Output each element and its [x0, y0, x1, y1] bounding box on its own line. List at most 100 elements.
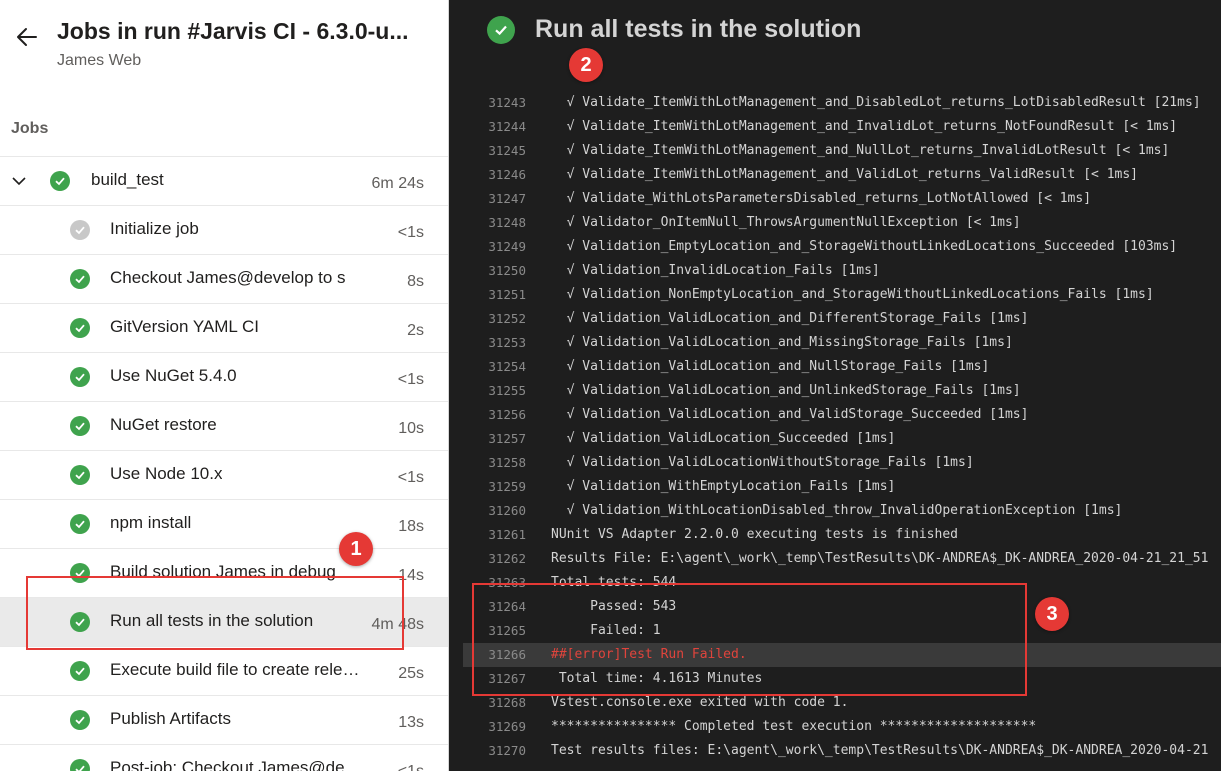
log-line: 31258 √ Validation_ValidLocationWithoutS… — [463, 451, 1221, 475]
log-line-number: 31260 — [488, 503, 526, 518]
log-line: 31247 √ Validate_WithLotsParametersDisab… — [463, 187, 1221, 211]
step-row[interactable]: Post-job: Checkout James@deve... <1s — [0, 744, 448, 771]
log-line-number: 31256 — [488, 407, 526, 422]
success-check-icon — [70, 416, 90, 436]
step-row[interactable]: Publish Artifacts 13s — [0, 695, 448, 744]
log-line-number: 31253 — [488, 335, 526, 350]
log-line-number: 31244 — [488, 119, 526, 134]
log-title: Run all tests in the solution — [535, 15, 862, 43]
step-duration: 8s — [407, 273, 424, 290]
page-title: Jobs in run #Jarvis CI - 6.3.0-u... — [57, 18, 409, 44]
log-line: 31255 √ Validation_ValidLocation_and_Unl… — [463, 379, 1221, 403]
step-label: Use NuGet 5.4.0 — [110, 366, 237, 385]
step-duration: 10s — [398, 420, 424, 437]
log-line-number: 31261 — [488, 527, 526, 542]
log-line-number: 31252 — [488, 311, 526, 326]
step-duration: <1s — [397, 469, 424, 486]
log-line-number: 31250 — [488, 263, 526, 278]
log-line-text: Test results files: E:\agent\_work\_temp… — [551, 743, 1209, 758]
log-line-text: √ Validate_ItemWithLotManagement_and_Nul… — [551, 143, 1170, 158]
success-check-icon — [70, 514, 90, 534]
log-line: 31259 √ Validation_WithEmptyLocation_Fai… — [463, 475, 1221, 499]
job-duration: 6m 24s — [371, 175, 424, 192]
log-line-text: √ Validation_ValidLocation_and_MissingSt… — [551, 335, 1013, 350]
success-check-icon — [50, 171, 70, 191]
log-line-text: √ Validation_ValidLocation_and_NullStora… — [551, 359, 990, 374]
log-line-text: √ Validate_ItemWithLotManagement_and_Val… — [551, 167, 1138, 182]
log-line: 31246 √ Validate_ItemWithLotManagement_a… — [463, 163, 1221, 187]
log-line: 31260 √ Validation_WithLocationDisabled_… — [463, 499, 1221, 523]
success-check-icon — [70, 318, 90, 338]
highlight-box-selected-step — [26, 576, 404, 650]
step-label: Checkout James@develop to s — [110, 268, 346, 287]
log-line-number: 31257 — [488, 431, 526, 446]
log-line-number: 31246 — [488, 167, 526, 182]
job-row-build-test[interactable]: build_test 6m 24s — [0, 156, 448, 205]
log-line-text: **************** Completed test executio… — [551, 719, 1037, 734]
log-line-text: √ Validation_ValidLocationWithoutStorage… — [551, 455, 974, 470]
step-label: NuGet restore — [110, 415, 217, 434]
log-line-text: √ Validation_ValidLocation_and_ValidStor… — [551, 407, 1029, 422]
log-line-text: √ Validation_NonEmptyLocation_and_Storag… — [551, 287, 1154, 302]
step-row[interactable]: npm install 18s — [0, 499, 448, 548]
log-line-text: √ Validate_WithLotsParametersDisabled_re… — [551, 191, 1092, 206]
step-duration: 13s — [398, 714, 424, 731]
step-label: Post-job: Checkout James@deve... — [110, 758, 365, 771]
log-line-text: √ Validate_ItemWithLotManagement_and_Inv… — [551, 119, 1178, 134]
step-duration: 25s — [398, 665, 424, 682]
success-check-icon — [70, 465, 90, 485]
step-duration: <1s — [398, 763, 424, 771]
log-line: 31248 √ Validator_OnItemNull_ThrowsArgum… — [463, 211, 1221, 235]
log-line-text: √ Validation_EmptyLocation_and_StorageWi… — [551, 239, 1178, 254]
skipped-check-icon — [70, 220, 90, 240]
highlight-box-test-summary — [472, 583, 1027, 696]
step-row[interactable]: GitVersion YAML CI 2s — [0, 303, 448, 352]
step-row[interactable]: Use NuGet 5.4.0 <1s — [0, 352, 448, 401]
log-line-number: 31248 — [488, 215, 526, 230]
chevron-down-icon[interactable] — [11, 173, 27, 189]
log-line-text: Results File: E:\agent\_work\_temp\TestR… — [551, 551, 1209, 566]
step-row[interactable]: Initialize job <1s — [0, 205, 448, 254]
job-list: build_test 6m 24s Initialize job <1s Check… — [0, 156, 448, 771]
log-line: 31243 √ Validate_ItemWithLotManagement_a… — [463, 91, 1221, 115]
step-row[interactable]: NuGet restore 10s — [0, 401, 448, 450]
success-check-icon — [70, 269, 90, 289]
log-line-number: 31258 — [488, 455, 526, 470]
log-line-number: 31269 — [488, 719, 526, 734]
jobs-panel: Jobs in run #Jarvis CI - 6.3.0-u... Jame… — [0, 0, 449, 771]
log-line-number: 31254 — [488, 359, 526, 374]
step-label: Use Node 10.x — [110, 464, 223, 483]
log-line: 31270 Test results files: E:\agent\_work\… — [463, 739, 1221, 763]
log-line: 31253 √ Validation_ValidLocation_and_Mis… — [463, 331, 1221, 355]
jobs-heading: Jobs — [11, 120, 49, 137]
log-line-number: 31247 — [488, 191, 526, 206]
log-line-text: √ Validation_WithLocationDisabled_throw_… — [551, 503, 1123, 518]
success-check-icon — [487, 16, 515, 44]
step-row[interactable]: Execute build file to create release 25s — [0, 646, 448, 695]
step-duration: <1s — [397, 224, 424, 241]
success-check-icon — [70, 759, 90, 771]
log-line-text: √ Validate_ItemWithLotManagement_and_Dis… — [551, 95, 1201, 110]
log-line-text: √ Validator_OnItemNull_ThrowsArgumentNul… — [551, 215, 1021, 230]
log-line: 31244 √ Validate_ItemWithLotManagement_a… — [463, 115, 1221, 139]
log-line-text: √ Validation_ValidLocation_and_Different… — [551, 311, 1029, 326]
log-line-number: 31270 — [488, 743, 526, 758]
step-duration: <1s — [397, 371, 424, 388]
step-label: Execute build file to create release — [110, 660, 365, 679]
log-line-number: 31255 — [488, 383, 526, 398]
log-line-text: √ Validation_ValidLocation_and_UnlinkedS… — [551, 383, 1021, 398]
log-line: 31257 √ Validation_ValidLocation_Succeed… — [463, 427, 1221, 451]
annotation-badge-3: 3 — [1035, 597, 1069, 631]
log-line-number: 31243 — [488, 95, 526, 110]
step-row[interactable]: Use Node 10.x <1s — [0, 450, 448, 499]
log-line: 31252 √ Validation_ValidLocation_and_Dif… — [463, 307, 1221, 331]
annotation-badge-2: 2 — [569, 48, 603, 82]
log-line: 31250 √ Validation_InvalidLocation_Fails… — [463, 259, 1221, 283]
log-line-number: 31251 — [488, 287, 526, 302]
back-arrow-icon[interactable] — [14, 24, 40, 50]
step-list: Initialize job <1s Checkout James@develop … — [0, 205, 448, 771]
step-label: GitVersion YAML CI — [110, 317, 259, 336]
log-line: 31254 √ Validation_ValidLocation_and_Nul… — [463, 355, 1221, 379]
log-line-number: 31262 — [488, 551, 526, 566]
step-row[interactable]: Checkout James@develop to s 8s — [0, 254, 448, 303]
